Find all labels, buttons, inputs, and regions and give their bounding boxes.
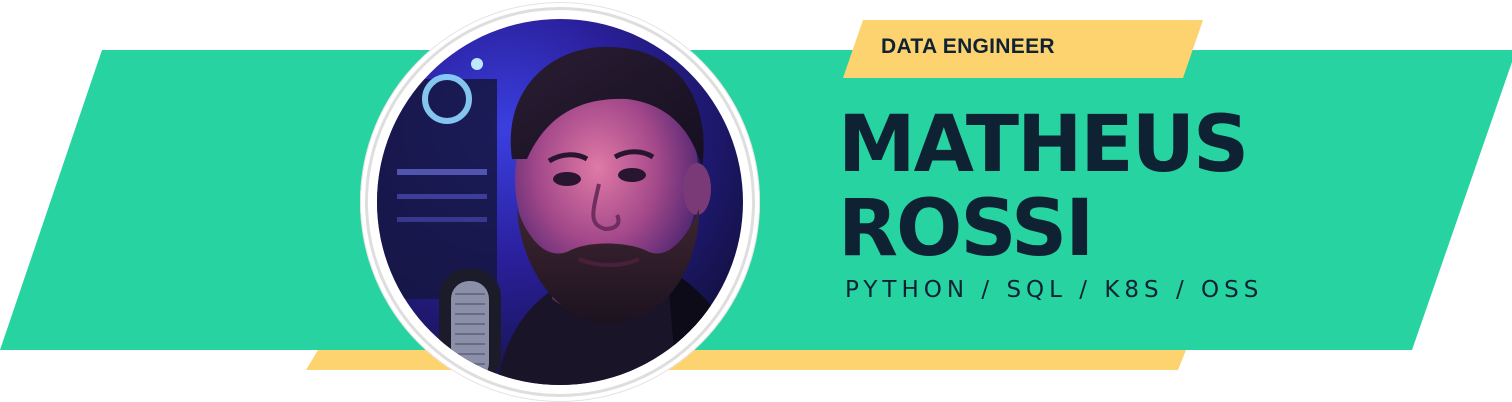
person-name: MATHEUS ROSSI bbox=[838, 103, 1398, 271]
first-name: MATHEUS bbox=[838, 100, 1249, 190]
avatar bbox=[360, 2, 760, 402]
portrait-illustration bbox=[377, 19, 743, 385]
avatar-photo bbox=[377, 19, 743, 385]
role-tag: DATA ENGINEER bbox=[843, 20, 1203, 78]
profile-banner: DATA ENGINEER MATHEUS ROSSI PYTHON / SQL… bbox=[0, 0, 1512, 402]
skills-line: PYTHON / SQL / K8S / OSS bbox=[845, 277, 1264, 303]
role-label: DATA ENGINEER bbox=[881, 35, 1055, 58]
last-name: ROSSI bbox=[838, 184, 1094, 274]
